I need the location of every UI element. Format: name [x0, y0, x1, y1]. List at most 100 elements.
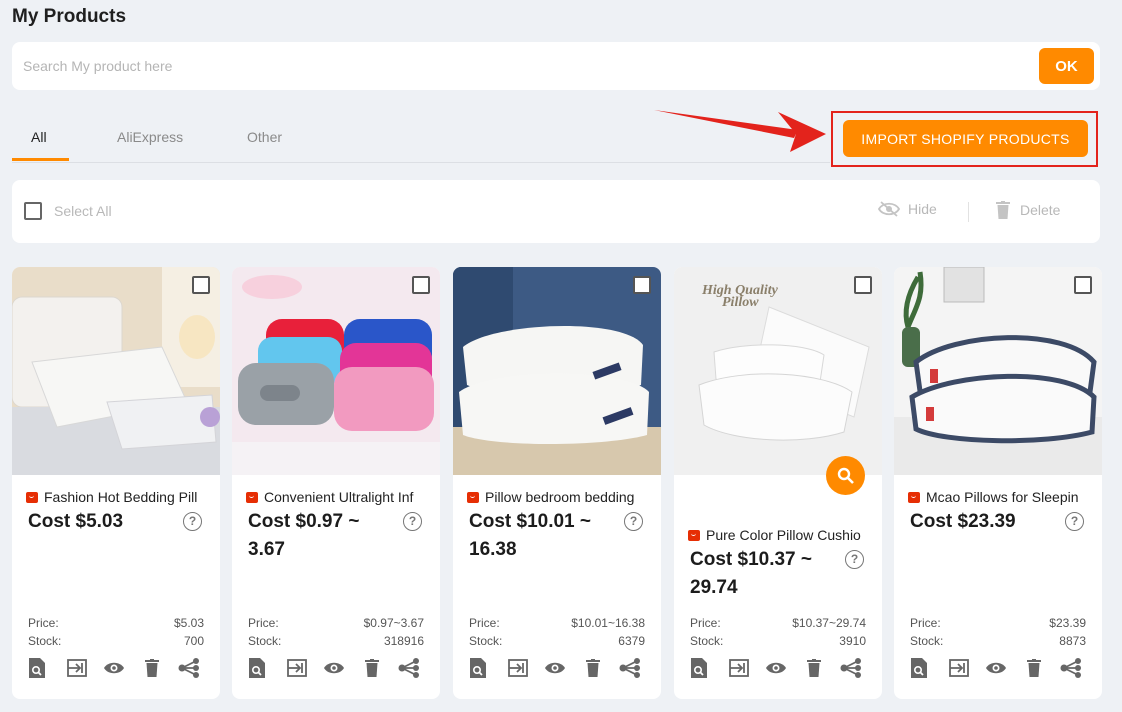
tab-aliexpress[interactable]: AliExpress: [117, 129, 183, 145]
push-to-store-button[interactable]: [507, 657, 529, 679]
product-select-checkbox[interactable]: [412, 276, 430, 294]
cost-help-icon[interactable]: ?: [624, 512, 643, 531]
select-all-label: Select All: [54, 203, 112, 219]
push-to-store-icon: [508, 659, 528, 677]
product-actions: [26, 657, 206, 679]
product-title: Convenient Ultralight Inf: [264, 489, 414, 505]
product-detail-button[interactable]: [26, 657, 48, 679]
price-value: $5.03: [173, 616, 204, 630]
share-button[interactable]: [1060, 657, 1082, 679]
product-select-checkbox[interactable]: [192, 276, 210, 294]
product-select-checkbox[interactable]: [1074, 276, 1092, 294]
product-detail-button[interactable]: [246, 657, 268, 679]
image-caption-2: Pillow: [722, 295, 759, 310]
import-shopify-products-button[interactable]: IMPORT SHOPIFY PRODUCTS: [843, 120, 1088, 157]
eye-icon: [765, 660, 787, 676]
product-card[interactable]: Mcao Pillows for Sleepin Cost $23.39 ? P…: [894, 267, 1102, 699]
active-tab-indicator: [12, 158, 69, 161]
product-cost-line1: Cost $5.03: [28, 511, 124, 532]
cost-help-icon[interactable]: ?: [403, 512, 422, 531]
price-label: Price:: [690, 616, 721, 630]
stock-label: Stock:: [469, 634, 503, 648]
annotation-arrow: [654, 110, 826, 152]
search-input[interactable]: [12, 42, 1032, 90]
delete-product-button[interactable]: [361, 657, 383, 679]
page-title: My Products: [12, 6, 127, 27]
view-button[interactable]: [323, 657, 345, 679]
toolbar-divider: [968, 202, 969, 222]
aliexpress-icon: [246, 491, 258, 503]
search-detail-icon: [470, 658, 486, 678]
price-label: Price:: [248, 616, 279, 630]
product-card[interactable]: Pillow bedroom bedding Cost $10.01 ~ 16.3…: [453, 267, 661, 699]
view-button[interactable]: [544, 657, 566, 679]
product-detail-button[interactable]: [467, 657, 489, 679]
image-search-button[interactable]: [826, 456, 865, 495]
push-to-store-button[interactable]: [948, 657, 970, 679]
product-detail-button[interactable]: [908, 657, 930, 679]
push-to-store-icon: [67, 659, 87, 677]
cost-help-icon[interactable]: ?: [845, 550, 864, 569]
aliexpress-icon: [688, 529, 700, 541]
share-button[interactable]: [178, 657, 200, 679]
product-cost-line1: Cost $10.01 ~: [469, 511, 591, 532]
product-image[interactable]: [12, 267, 220, 475]
product-cost-line1: Cost $0.97 ~: [248, 511, 360, 532]
product-actions: [688, 657, 868, 679]
push-to-store-button[interactable]: [286, 657, 308, 679]
stock-label: Stock:: [910, 634, 944, 648]
view-button[interactable]: [103, 657, 125, 679]
tab-other[interactable]: Other: [247, 129, 282, 145]
share-button[interactable]: [398, 657, 420, 679]
view-button[interactable]: [985, 657, 1007, 679]
share-button[interactable]: [840, 657, 862, 679]
product-title-row[interactable]: Pure Color Pillow Cushio: [688, 527, 878, 543]
product-card[interactable]: High Quality Pillow Pure Color Pillow Cu…: [674, 267, 882, 699]
push-to-store-button[interactable]: [66, 657, 88, 679]
tab-all[interactable]: All: [31, 129, 47, 145]
trash-icon: [586, 659, 600, 677]
product-cost: Cost $23.39: [910, 508, 1060, 536]
delete-product-button[interactable]: [803, 657, 825, 679]
product-title: Pure Color Pillow Cushio: [706, 527, 861, 543]
delete-product-button[interactable]: [141, 657, 163, 679]
product-image[interactable]: [232, 267, 440, 475]
trash-icon: [365, 659, 379, 677]
product-select-checkbox[interactable]: [633, 276, 651, 294]
product-image[interactable]: [453, 267, 661, 475]
cost-help-icon[interactable]: ?: [183, 512, 202, 531]
eye-icon: [544, 660, 566, 676]
trash-icon: [145, 659, 159, 677]
cost-help-icon[interactable]: ?: [1065, 512, 1084, 531]
select-all-checkbox[interactable]: [24, 202, 42, 220]
product-image[interactable]: High Quality Pillow: [674, 267, 882, 475]
delete-product-button[interactable]: [582, 657, 604, 679]
push-to-store-button[interactable]: [728, 657, 750, 679]
product-title-row[interactable]: Pillow bedroom bedding: [467, 489, 657, 505]
view-button[interactable]: [765, 657, 787, 679]
hide-button[interactable]: Hide: [878, 201, 937, 217]
search-detail-icon: [29, 658, 45, 678]
share-button[interactable]: [619, 657, 641, 679]
product-card[interactable]: Fashion Hot Bedding Pill Cost $5.03 ? Pr…: [12, 267, 220, 699]
product-card[interactable]: Convenient Ultralight Inf Cost $0.97 ~ 3.…: [232, 267, 440, 699]
product-detail-button[interactable]: [688, 657, 710, 679]
product-title-row[interactable]: Fashion Hot Bedding Pill: [26, 489, 216, 505]
share-icon: [178, 658, 200, 678]
delete-button[interactable]: Delete: [996, 201, 1060, 219]
product-cost-line2: 16.38: [469, 539, 517, 560]
product-title-row[interactable]: Mcao Pillows for Sleepin: [908, 489, 1098, 505]
price-label: Price:: [469, 616, 500, 630]
search-ok-button[interactable]: OK: [1039, 48, 1094, 84]
product-actions: [467, 657, 647, 679]
eye-icon: [985, 660, 1007, 676]
delete-product-button[interactable]: [1023, 657, 1045, 679]
product-title: Pillow bedroom bedding: [485, 489, 635, 505]
delete-label: Delete: [1020, 202, 1061, 218]
product-image[interactable]: [894, 267, 1102, 475]
product-title-row[interactable]: Convenient Ultralight Inf: [246, 489, 436, 505]
share-icon: [1060, 658, 1082, 678]
product-select-checkbox[interactable]: [854, 276, 872, 294]
bulk-action-bar: Select All Hide Delete: [12, 180, 1100, 243]
push-to-store-icon: [287, 659, 307, 677]
